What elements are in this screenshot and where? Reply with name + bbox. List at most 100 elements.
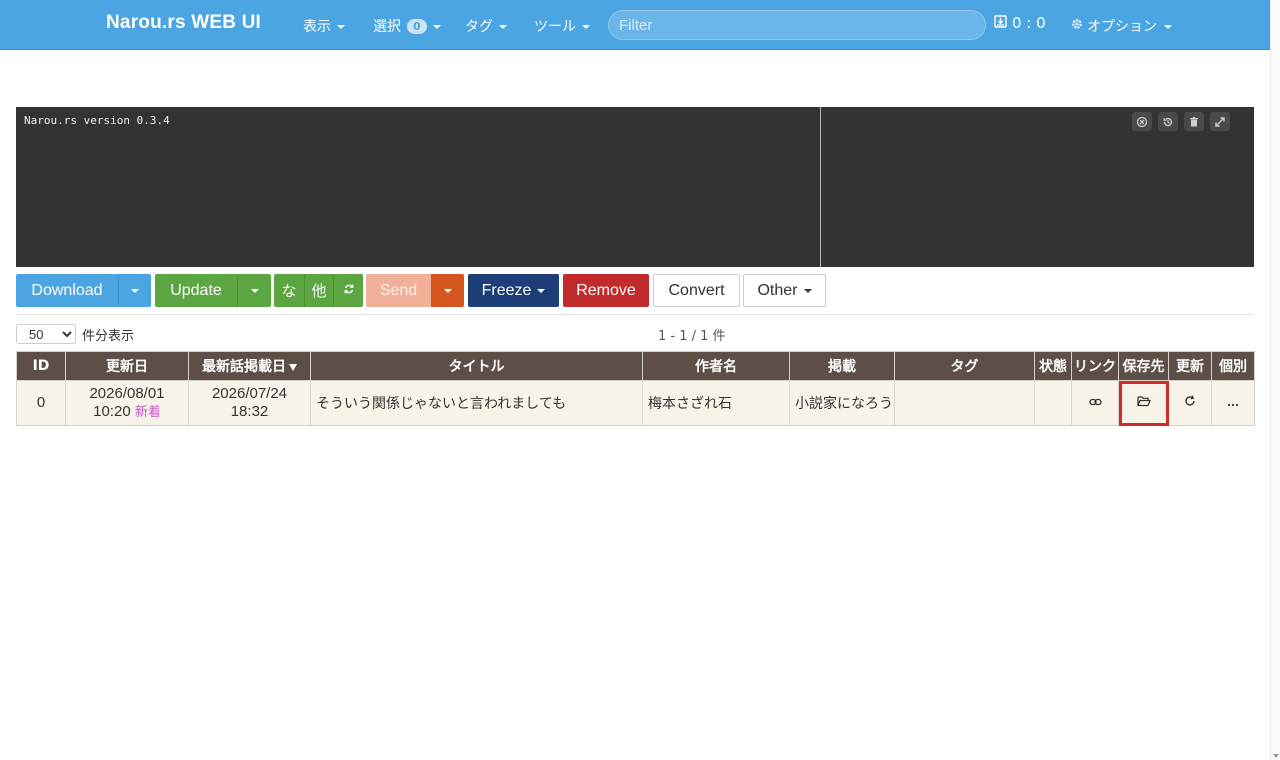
chevron-down-icon — [803, 288, 812, 293]
view-menu[interactable]: 表示 — [303, 16, 345, 36]
update-narou-button[interactable]: な — [274, 274, 304, 307]
filter-input[interactable] — [608, 10, 986, 40]
col-header-latest[interactable]: 最新話掲載日 — [188, 351, 311, 381]
col-header-update-label: 更新 — [1176, 359, 1204, 375]
chevron-down-icon — [1164, 25, 1172, 29]
convert-button-label: Convert — [668, 281, 725, 299]
update-button[interactable]: Update — [155, 274, 237, 307]
select-count-badge: 0 — [407, 18, 427, 34]
cell-author[interactable]: 梅本さざれ石 — [642, 380, 790, 426]
col-header-title-label: タイトル — [448, 359, 505, 375]
per-page-control: 50 件分表示 — [16, 324, 134, 344]
chevron-down-icon — [250, 288, 259, 293]
cell-update[interactable] — [1168, 380, 1212, 426]
send-dropdown-button[interactable] — [431, 274, 464, 307]
novel-author: 梅本さざれ石 — [648, 396, 732, 412]
cell-save-dir[interactable] — [1118, 380, 1169, 426]
table-header-row: ID 更新日 最新話掲載日 タイトル 作者名 掲載 タグ 状態 リンク 保存先 … — [16, 351, 1255, 381]
remove-button[interactable]: Remove — [563, 274, 649, 307]
col-header-title[interactable]: タイトル — [310, 351, 643, 381]
ellipsis-icon[interactable] — [1227, 395, 1239, 411]
per-page-label: 件分表示 — [82, 328, 135, 344]
cell-title[interactable]: そういう関係じゃないと言われましても — [310, 380, 643, 426]
update-button-label: Update — [170, 281, 222, 299]
cell-latest: 2026/07/24 18:32 — [188, 380, 311, 426]
col-header-tags-label: タグ — [950, 359, 979, 375]
col-header-author[interactable]: 作者名 — [642, 351, 790, 381]
gear-icon — [1071, 18, 1083, 34]
update-dropdown-button[interactable] — [237, 274, 271, 307]
new-badge: 新着 — [134, 404, 161, 419]
latest-date: 2026/07/24 — [211, 385, 288, 402]
scroll-down-icon[interactable] — [1273, 754, 1279, 758]
download-button-label: Download — [31, 281, 103, 299]
col-header-id-label: ID — [32, 358, 50, 374]
cell-updated: 2026/08/01 10:20 新着 — [65, 380, 189, 426]
col-header-id[interactable]: ID — [16, 351, 66, 381]
divider — [16, 314, 1254, 315]
history-icon[interactable] — [1158, 112, 1178, 131]
expand-icon[interactable] — [1210, 112, 1230, 131]
col-header-save-dir: 保存先 — [1118, 351, 1169, 381]
brand-title[interactable]: Narou.rs WEB UI — [106, 12, 261, 34]
sort-desc-icon — [289, 363, 297, 371]
freeze-button[interactable]: Freeze — [468, 274, 559, 307]
novel-id: 0 — [36, 394, 46, 411]
cell-link[interactable] — [1071, 380, 1119, 426]
queue-count: 0 : 0 — [1012, 14, 1046, 32]
send-button-label: Send — [379, 281, 418, 299]
other-button[interactable]: Other — [743, 274, 826, 307]
other-button-label: Other — [757, 281, 798, 299]
console-output: Narou.rs version 0.3.4 — [16, 107, 821, 267]
link-icon[interactable] — [1088, 395, 1102, 411]
col-header-author-label: 作者名 — [695, 359, 737, 375]
close-circle-icon[interactable] — [1132, 112, 1152, 131]
col-header-latest-label: 最新話掲載日 — [202, 359, 286, 375]
send-button[interactable]: Send — [366, 274, 431, 307]
col-header-site[interactable]: 掲載 — [789, 351, 895, 381]
col-header-updated-label: 更新日 — [106, 359, 148, 375]
col-header-individual: 個別 — [1211, 351, 1255, 381]
col-header-status[interactable]: 状態 — [1034, 351, 1072, 381]
update-other-button[interactable]: 他 — [304, 274, 333, 307]
console-panel: Narou.rs version 0.3.4 — [16, 107, 1254, 267]
console-toolbar — [1132, 112, 1230, 131]
download-queue-icon — [994, 14, 1007, 32]
select-menu-label: 選択 — [373, 19, 401, 35]
col-header-tags[interactable]: タグ — [894, 351, 1035, 381]
col-header-updated[interactable]: 更新日 — [65, 351, 189, 381]
table-row[interactable]: 0 2026/08/01 10:20 新着 2026/07/24 18:32 そ… — [16, 380, 1255, 426]
per-page-select[interactable]: 50 — [16, 324, 76, 344]
latest-time: 18:32 — [230, 403, 269, 420]
tag-menu[interactable]: タグ — [465, 16, 507, 36]
tools-menu-label: ツール — [534, 19, 576, 35]
tag-menu-label: タグ — [465, 19, 493, 35]
cell-tags — [894, 380, 1035, 426]
cell-individual[interactable] — [1211, 380, 1255, 426]
download-button[interactable]: Download — [16, 274, 118, 307]
col-header-update: 更新 — [1168, 351, 1212, 381]
vertical-scrollbar[interactable] — [1270, 0, 1280, 760]
queue-status[interactable]: 0 : 0 — [994, 14, 1046, 32]
options-menu[interactable]: オプション — [1071, 16, 1172, 36]
update-refresh-button[interactable] — [333, 274, 363, 307]
chevron-down-icon — [443, 288, 452, 293]
options-menu-label: オプション — [1087, 19, 1157, 35]
refresh-icon[interactable] — [1184, 395, 1196, 411]
folder-open-icon[interactable] — [1136, 395, 1151, 411]
updated-time: 10:20 — [93, 403, 131, 420]
col-header-individual-label: 個別 — [1219, 359, 1247, 375]
download-dropdown-button[interactable] — [118, 274, 151, 307]
convert-button[interactable]: Convert — [653, 274, 740, 307]
remove-button-label: Remove — [576, 281, 636, 299]
console-text: Narou.rs version 0.3.4 — [24, 114, 170, 127]
chevron-down-icon — [537, 288, 546, 293]
freeze-button-label: Freeze — [481, 281, 532, 299]
tools-menu[interactable]: ツール — [534, 16, 590, 36]
refresh-icon — [343, 282, 355, 300]
select-menu[interactable]: 選択 0 — [373, 16, 441, 36]
novel-table: ID 更新日 最新話掲載日 タイトル 作者名 掲載 タグ 状態 リンク 保存先 … — [16, 351, 1255, 426]
col-header-site-label: 掲載 — [828, 359, 856, 375]
cell-status — [1034, 380, 1072, 426]
trash-icon[interactable] — [1184, 112, 1204, 131]
